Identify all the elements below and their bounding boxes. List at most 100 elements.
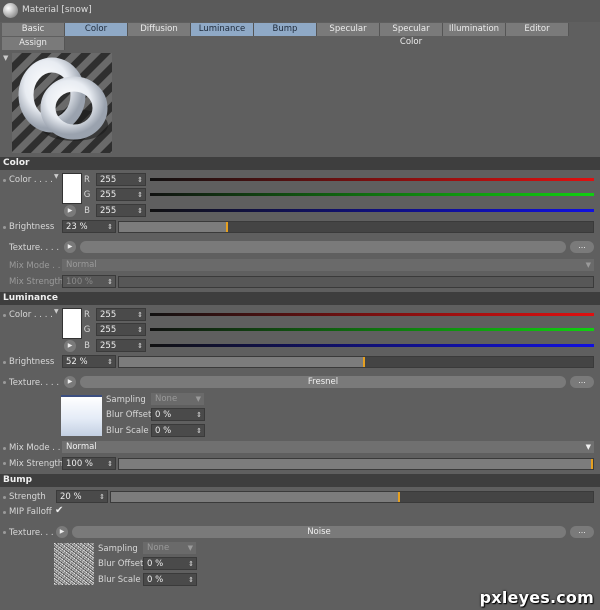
blur-offset-label: Blur Offset xyxy=(98,559,144,569)
mix-mode-dropdown[interactable]: Normal ▼ xyxy=(62,441,594,453)
animation-dot-icon[interactable] xyxy=(3,314,6,317)
chevron-down-icon: ▼ xyxy=(585,443,591,451)
b-slider[interactable] xyxy=(150,209,594,212)
animation-dot-icon[interactable] xyxy=(3,179,6,182)
blur-offset-field[interactable]: 0 % ⇕ xyxy=(151,408,205,421)
mix-mode-dropdown[interactable]: Normal ▼ xyxy=(62,259,594,271)
texture-button[interactable]: Fresnel xyxy=(80,376,566,388)
spinner-arrows-icon: ⇕ xyxy=(137,326,143,334)
sampling-label: Sampling xyxy=(98,544,138,554)
section-color-heading: Color xyxy=(0,157,600,170)
b-slider[interactable] xyxy=(150,344,594,347)
texture-button[interactable]: Noise xyxy=(72,526,566,538)
texture-options-button[interactable]: ... xyxy=(570,526,594,538)
window-title: Material [snow] xyxy=(22,5,92,15)
chevron-down-icon[interactable]: ▼ xyxy=(54,173,59,180)
texture-button[interactable] xyxy=(80,241,566,253)
animation-dot-icon[interactable] xyxy=(3,361,6,364)
brightness-field[interactable]: 52 % ⇕ xyxy=(62,355,116,368)
color-label: Color . . . . xyxy=(9,175,53,185)
brightness-label: Brightness xyxy=(9,222,55,232)
tab-editor[interactable]: Editor xyxy=(506,23,569,36)
sampling-dropdown[interactable]: None ▼ xyxy=(151,393,204,405)
animation-dot-icon[interactable] xyxy=(3,447,6,450)
watermark: pxleyes.com xyxy=(479,588,594,607)
mix-strength-slider-fill xyxy=(119,459,593,469)
mip-falloff-label: MIP Falloff xyxy=(9,507,52,517)
mix-strength-slider[interactable] xyxy=(118,276,594,288)
spinner-arrows-icon: ⇕ xyxy=(107,278,113,286)
r-slider[interactable] xyxy=(150,178,594,181)
mix-strength-field[interactable]: 100 % ⇕ xyxy=(62,457,116,470)
mip-falloff-checkbox[interactable]: ✔ xyxy=(55,505,63,516)
blur-offset-field[interactable]: 0 % ⇕ xyxy=(143,557,197,570)
g-field[interactable]: 255 ⇕ xyxy=(96,323,146,336)
material-preview xyxy=(12,53,112,153)
tab-luminance[interactable]: Luminance xyxy=(191,23,254,36)
tab-assign[interactable]: Assign xyxy=(2,37,65,50)
blur-scale-field[interactable]: 0 % ⇕ xyxy=(151,424,205,437)
tab-bump[interactable]: Bump xyxy=(254,23,317,36)
play-arrow-icon[interactable]: ▶ xyxy=(64,376,76,388)
mix-strength-slider[interactable] xyxy=(118,458,594,470)
mix-mode-label: Mix Mode . . xyxy=(9,443,61,453)
tab-specular[interactable]: Specular xyxy=(317,23,380,36)
play-arrow-icon[interactable]: ▶ xyxy=(64,340,76,352)
animation-dot-icon[interactable] xyxy=(3,496,6,499)
tab-diffusion[interactable]: Diffusion xyxy=(128,23,191,36)
r-slider[interactable] xyxy=(150,313,594,316)
g-label: G xyxy=(83,190,91,200)
sampling-dropdown[interactable]: None ▼ xyxy=(143,542,196,554)
animation-dot-icon[interactable] xyxy=(3,381,6,384)
tab-specular-color[interactable]: Specular Color xyxy=(380,23,443,47)
tab-illumination[interactable]: Illumination xyxy=(443,23,506,36)
tab-basic[interactable]: Basic xyxy=(2,23,65,36)
blur-scale-field[interactable]: 0 % ⇕ xyxy=(143,573,197,586)
play-arrow-icon[interactable]: ▶ xyxy=(56,526,68,538)
texture-label: Texture. . . . xyxy=(9,378,60,388)
texture-options-button[interactable]: ... xyxy=(570,376,594,388)
brightness-slider-fill xyxy=(119,357,366,367)
b-field[interactable]: 255 ⇕ xyxy=(96,339,146,352)
brightness-slider[interactable] xyxy=(118,356,594,368)
chevron-down-icon[interactable]: ▼ xyxy=(54,308,59,315)
color-swatch[interactable] xyxy=(62,173,82,204)
mix-strength-label: Mix Strength xyxy=(9,277,64,287)
strength-field[interactable]: 20 % ⇕ xyxy=(56,490,108,503)
b-label: B xyxy=(84,206,90,216)
brightness-slider-fill xyxy=(119,222,229,232)
mix-strength-field[interactable]: 100 % ⇕ xyxy=(62,275,116,288)
brightness-slider[interactable] xyxy=(118,221,594,233)
spinner-arrows-icon: ⇕ xyxy=(188,560,194,568)
chevron-down-icon: ▼ xyxy=(187,544,193,552)
play-arrow-icon[interactable]: ▶ xyxy=(64,241,76,253)
animation-dot-icon[interactable] xyxy=(3,531,6,534)
color-label: Color . . . . xyxy=(9,310,53,320)
preview-menu-icon[interactable]: ▼ xyxy=(3,54,8,62)
blur-scale-label: Blur Scale xyxy=(106,426,149,436)
spinner-arrows-icon: ⇕ xyxy=(99,493,105,501)
brightness-field[interactable]: 23 % ⇕ xyxy=(62,220,116,233)
texture-options-button[interactable]: ... xyxy=(570,241,594,253)
r-field[interactable]: 255 ⇕ xyxy=(96,308,146,321)
spinner-arrows-icon: ⇕ xyxy=(196,427,202,435)
strength-slider-fill xyxy=(111,492,401,502)
play-arrow-icon[interactable]: ▶ xyxy=(64,205,76,217)
animation-dot-icon[interactable] xyxy=(3,511,6,514)
animation-dot-icon[interactable] xyxy=(3,226,6,229)
spinner-arrows-icon: ⇕ xyxy=(196,411,202,419)
g-field[interactable]: 255 ⇕ xyxy=(96,188,146,201)
luminance-color-swatch[interactable] xyxy=(62,308,82,339)
strength-slider[interactable] xyxy=(110,491,594,503)
spinner-arrows-icon: ⇕ xyxy=(107,460,113,468)
animation-dot-icon[interactable] xyxy=(3,462,6,465)
r-field[interactable]: 255 ⇕ xyxy=(96,173,146,186)
tab-color[interactable]: Color xyxy=(65,23,128,36)
window-titlebar: Material [snow] xyxy=(0,0,600,22)
b-field[interactable]: 255 ⇕ xyxy=(96,204,146,217)
texture-label: Texture. . . . xyxy=(9,528,60,538)
g-slider[interactable] xyxy=(150,193,594,196)
noise-thumbnail xyxy=(54,543,94,585)
spinner-arrows-icon: ⇕ xyxy=(137,176,143,184)
g-slider[interactable] xyxy=(150,328,594,331)
